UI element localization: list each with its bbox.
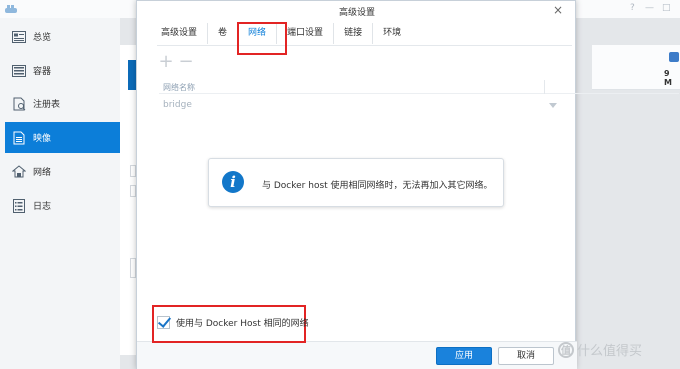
maximize-icon[interactable]: □ xyxy=(662,3,671,13)
sidebar-item-overview[interactable]: 总览 xyxy=(5,21,120,52)
info-message-text: 与 Docker host 使用相同网络时，无法再加入其它网络。 xyxy=(262,181,493,191)
network-name-cell: bridge xyxy=(163,100,192,110)
network-tab-highlight xyxy=(237,22,287,55)
sidebar-item-label: 容器 xyxy=(33,67,52,77)
sidebar-item-label: 注册表 xyxy=(33,100,61,110)
sidebar-item-label: 映像 xyxy=(33,134,52,144)
apply-button[interactable]: 应用 xyxy=(436,347,492,365)
image-icon xyxy=(11,131,27,145)
sidebar-item-image[interactable]: 映像 xyxy=(5,122,120,153)
database-icon xyxy=(669,52,679,62)
column-divider xyxy=(544,80,545,94)
container-icon xyxy=(11,64,27,78)
docker-logo-icon xyxy=(5,5,17,13)
close-icon[interactable]: × xyxy=(553,4,563,16)
tab-divider xyxy=(157,45,572,46)
info-icon: i xyxy=(222,171,244,193)
sidebar-item-label: 日志 xyxy=(33,202,52,212)
checkbox-label: 使用与 Docker Host 相同的网络 xyxy=(176,319,309,329)
help-icon[interactable]: ? xyxy=(630,3,635,13)
dropdown-arrow-icon[interactable] xyxy=(549,103,557,108)
column-header-network-name: 网络名称 xyxy=(163,83,195,92)
minimize-icon[interactable]: — xyxy=(645,3,654,13)
table-row[interactable]: bridge xyxy=(159,97,679,115)
sidebar-item-network[interactable]: 网络 xyxy=(5,156,120,187)
remove-network-button[interactable]: − xyxy=(178,53,193,71)
network-toolbar: + − xyxy=(158,53,193,71)
network-table-header: 网络名称 xyxy=(159,80,679,94)
sidebar-item-label: 网络 xyxy=(33,168,52,178)
tab-links[interactable]: 链接 xyxy=(334,23,374,44)
dialog-title: 高级设置 xyxy=(338,8,375,18)
sidebar-item-container[interactable]: 容器 xyxy=(5,55,120,86)
sidebar-item-label: 总览 xyxy=(33,33,52,43)
cancel-button[interactable]: 取消 xyxy=(498,347,554,365)
sidebar-item-registry[interactable]: 注册表 xyxy=(5,88,120,119)
sidebar: 总览 容器 注册表 映像 网络 日志 xyxy=(0,18,120,369)
overview-icon xyxy=(11,30,27,44)
info-message-box: i 与 Docker host 使用相同网络时，无法再加入其它网络。 xyxy=(208,158,504,207)
watermark-logo-icon: 值 xyxy=(558,341,574,358)
log-icon xyxy=(11,198,27,213)
tab-volume[interactable]: 卷 xyxy=(208,23,239,44)
use-docker-host-network-option[interactable]: 使用与 Docker Host 相同的网络 xyxy=(157,316,309,329)
background-panel xyxy=(118,45,138,355)
add-network-button[interactable]: + xyxy=(158,53,173,71)
watermark: 值 什么值得买 xyxy=(558,340,642,359)
tab-advanced-settings[interactable]: 高级设置 xyxy=(151,23,209,44)
registry-icon xyxy=(11,97,27,111)
network-icon xyxy=(11,165,27,179)
tab-environment[interactable]: 环境 xyxy=(373,23,411,44)
use-host-network-checkbox[interactable] xyxy=(157,316,170,329)
sidebar-item-log[interactable]: 日志 xyxy=(5,190,120,221)
watermark-text: 什么值得买 xyxy=(577,344,643,359)
